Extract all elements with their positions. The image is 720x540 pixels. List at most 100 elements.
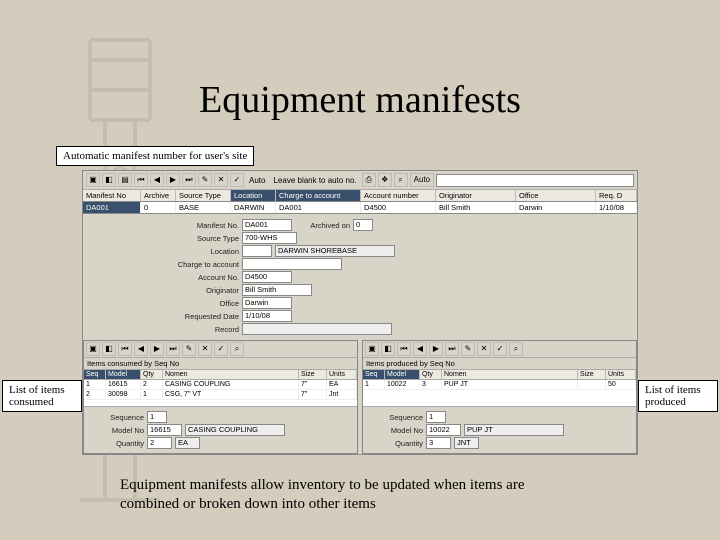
label-archived-on: Archived on [295,221,350,230]
field-model-no[interactable]: 16615 [147,424,182,436]
auto-button[interactable]: Auto [410,173,434,187]
first-icon[interactable]: ⏮ [118,342,132,356]
last-icon[interactable]: ⏭ [445,342,459,356]
panel-btn[interactable]: ◧ [102,342,116,356]
col-qty[interactable]: Qty [420,370,442,379]
toolbar-btn[interactable]: ⎙ [362,173,376,187]
panel-btn[interactable]: ⌕ [509,342,523,356]
panel-btn[interactable]: ✎ [461,342,475,356]
panel-btn[interactable]: ✎ [182,342,196,356]
prev-icon[interactable]: ◀ [150,173,164,187]
produced-subform: Sequence 1 Model No 10022 PUP JT Quantit… [363,406,636,453]
grid-header: Manifest No Archive Source Type Location… [83,190,637,202]
field-quantity[interactable]: 3 [426,437,451,449]
produced-title: Items produced by Seq No [363,358,636,370]
col-nomen[interactable]: Nomen [442,370,578,379]
col-model[interactable]: Model [106,370,141,379]
detail-form: Manifest No. DA001 Archived on 0 Source … [83,214,637,340]
table-row[interactable]: 1 16615 2 CASING COUPLING 7" EA [84,380,357,390]
prev-icon[interactable]: ◀ [134,342,148,356]
label-manifest-no: Manifest No. [89,221,239,230]
col-account-number[interactable]: Account number [361,190,436,201]
col-nomen[interactable]: Nomen [163,370,299,379]
label-requested-date: Requested Date [89,312,239,321]
label-quantity: Quantity [368,439,423,448]
col-originator[interactable]: Originator [436,190,516,201]
col-size[interactable]: Size [578,370,606,379]
panel-btn[interactable]: ✕ [477,342,491,356]
panel-btn[interactable]: ▣ [86,342,100,356]
next-icon[interactable]: ▶ [150,342,164,356]
col-req-date[interactable]: Req. D [596,190,637,201]
field-manifest-no[interactable]: DA001 [242,219,292,231]
field-office[interactable]: Darwin [242,297,292,309]
consumed-title: Items consumed by Seq No [84,358,357,370]
col-seq[interactable]: Seq [363,370,385,379]
cell-source-type: BASE [176,202,231,213]
field-location-code[interactable] [242,245,272,257]
col-size[interactable]: Size [299,370,327,379]
toolbar-btn[interactable]: ▤ [118,173,132,187]
panel-btn[interactable]: ▣ [365,342,379,356]
next-icon[interactable]: ▶ [429,342,443,356]
last-icon[interactable]: ⏭ [182,173,196,187]
col-charge-to[interactable]: Charge to account [276,190,361,201]
field-model-no[interactable]: 10022 [426,424,461,436]
col-units[interactable]: Units [606,370,636,379]
col-location[interactable]: Location [231,190,276,201]
field-sequence[interactable]: 1 [147,411,167,423]
field-charge-account[interactable] [242,258,342,270]
callout-consumed: List of items consumed [2,380,82,412]
next-icon[interactable]: ▶ [166,173,180,187]
col-qty[interactable]: Qty [141,370,163,379]
toolbar-btn[interactable]: ⌕ [394,173,408,187]
toolbar-btn[interactable]: ◧ [102,173,116,187]
produced-panel: ▣ ◧ ⏮ ◀ ▶ ⏭ ✎ ✕ ✓ ⌕ Items produced by Se… [362,340,637,454]
field-requested-date[interactable]: 1/10/08 [242,310,292,322]
last-icon[interactable]: ⏭ [166,342,180,356]
field-sequence[interactable]: 1 [426,411,446,423]
field-originator[interactable]: Bill Smith [242,284,312,296]
field-record [242,323,392,335]
field-quantity[interactable]: 2 [147,437,172,449]
label-model-no: Model No [89,426,144,435]
toolbar-btn[interactable]: ✕ [214,173,228,187]
cell-office: Darwin [516,202,596,213]
field-archived-on[interactable]: 0 [353,219,373,231]
main-toolbar: ▣ ◧ ▤ ⏮ ◀ ▶ ⏭ ✎ ✕ ✓ Auto Leave blank to … [83,171,637,190]
toolbar-btn[interactable]: ▣ [86,173,100,187]
toolbar-btn[interactable]: ❖ [378,173,392,187]
field-source-type[interactable]: 700-WHS [242,232,297,244]
col-seq[interactable]: Seq [84,370,106,379]
footer-description: Equipment manifests allow inventory to b… [120,476,580,514]
col-archive[interactable]: Archive [141,190,176,201]
prev-icon[interactable]: ◀ [413,342,427,356]
col-manifest-no[interactable]: Manifest No [83,190,141,201]
label-record: Record [89,325,239,334]
col-model[interactable]: Model [385,370,420,379]
panel-btn[interactable]: ✓ [214,342,228,356]
panel-btn[interactable]: ✓ [493,342,507,356]
panel-btn[interactable]: ⌕ [230,342,244,356]
toolbar-input[interactable] [436,174,634,187]
grid-row[interactable]: DA001 0 BASE DARWIN DA001 D4500 Bill Smi… [83,202,637,214]
label-quantity: Quantity [89,439,144,448]
field-units: JNT [454,437,479,449]
panel-btn[interactable]: ◧ [381,342,395,356]
toolbar-btn[interactable]: ✓ [230,173,244,187]
cell-req-date: 1/10/08 [596,202,637,213]
label-location: Location [89,247,239,256]
col-units[interactable]: Units [327,370,357,379]
col-source-type[interactable]: Source Type [176,190,231,201]
first-icon[interactable]: ⏮ [397,342,411,356]
table-row[interactable]: 1 10022 3 PUP JT 50 [363,380,636,390]
toolbar-btn[interactable]: ✎ [198,173,212,187]
field-account-no[interactable]: D4500 [242,271,292,283]
table-row[interactable]: 2 30098 1 CSG, 7" VT 7" Jnt [84,390,357,400]
first-icon[interactable]: ⏮ [134,173,148,187]
cell-charge-to: DA001 [276,202,361,213]
panel-btn[interactable]: ✕ [198,342,212,356]
col-office[interactable]: Office [516,190,596,201]
cell-manifest-no: DA001 [83,202,141,213]
consumed-panel: ▣ ◧ ⏮ ◀ ▶ ⏭ ✎ ✕ ✓ ⌕ Items consumed by Se… [83,340,358,454]
